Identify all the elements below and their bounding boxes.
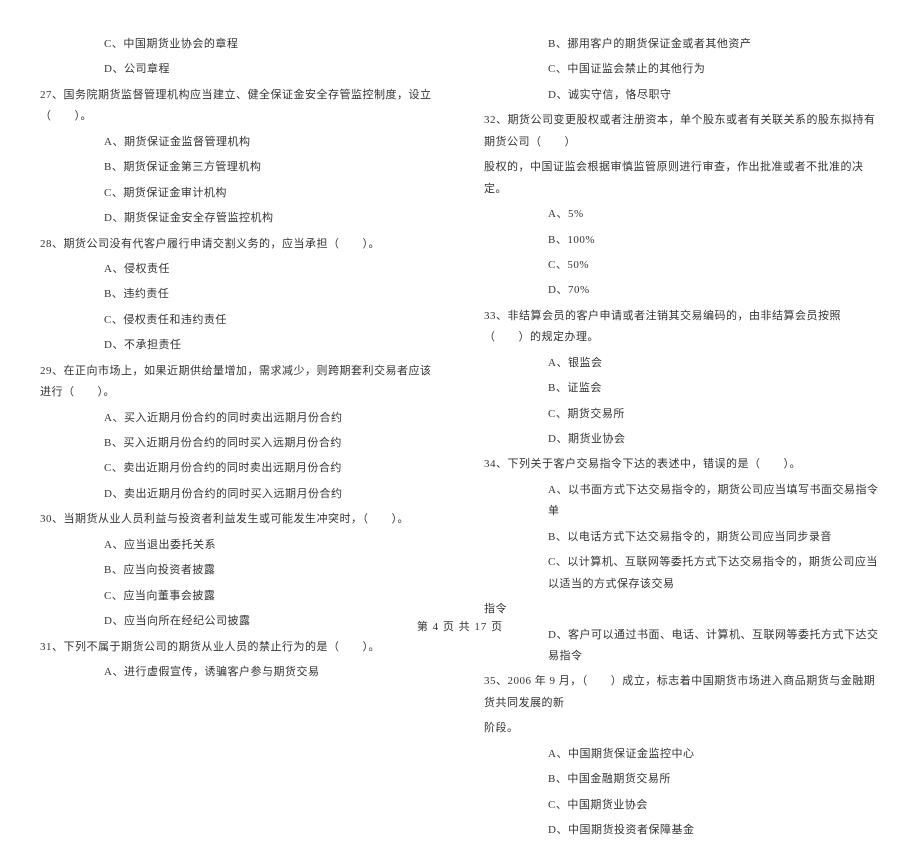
q32-option-a: A、5% [484,202,880,227]
q30-stem: 30、当期货从业人员利益与投资者利益发生或可能发生冲突时，（ ）。 [40,507,436,532]
q34-option-b: B、以电话方式下达交易指令的，期货公司应当同步录音 [484,525,880,550]
q35-option-b: B、中国金融期货交易所 [484,767,880,792]
page-body: C、中国期货业协会的章程 D、公司章程 27、国务院期货监督管理机构应当建立、健… [40,32,880,612]
q32-option-b: B、100% [484,228,880,253]
q32-stem: 32、期货公司变更股权或者注册资本，单个股东或者有关联关系的股东拟持有期货公司（… [484,108,880,155]
q32-option-c: C、50% [484,253,880,278]
q27-option-d: D、期货保证金安全存管监控机构 [40,206,436,231]
q30-option-c: C、应当向董事会披露 [40,584,436,609]
q28-option-b: B、违约责任 [40,282,436,307]
q27-stem: 27、国务院期货监督管理机构应当建立、健全保证金安全存管监控制度，设立（ ）。 [40,83,436,130]
q30-option-b: B、应当向投资者披露 [40,558,436,583]
q33-option-c: C、期货交易所 [484,402,880,427]
q29-option-d: D、卖出近期月份合约的同时买入远期月份合约 [40,482,436,507]
q30-option-a: A、应当退出委托关系 [40,533,436,558]
right-column: B、挪用客户的期货保证金或者其他资产 C、中国证监会禁止的其他行为 D、诚实守信… [484,32,880,612]
q31-option-d: D、诚实守信，恪尽职守 [484,83,880,108]
q34-option-a: A、以书面方式下达交易指令的，期货公司应当填写书面交易指令单 [484,478,880,525]
q33-stem: 33、非结算会员的客户申请或者注销其交易编码的，由非结算会员按照（ ）的规定办理… [484,304,880,351]
q34-stem: 34、下列关于客户交易指令下达的表述中，错误的是（ ）。 [484,452,880,477]
q27-option-b: B、期货保证金第三方管理机构 [40,155,436,180]
q28-option-c: C、侵权责任和违约责任 [40,308,436,333]
q29-option-c: C、卖出近期月份合约的同时卖出远期月份合约 [40,456,436,481]
q31-option-b: B、挪用客户的期货保证金或者其他资产 [484,32,880,57]
q35-option-a: A、中国期货保证金监控中心 [484,742,880,767]
q33-option-d: D、期货业协会 [484,427,880,452]
q31-option-a: A、进行虚假宣传，诱骗客户参与期货交易 [40,660,436,685]
q28-option-d: D、不承担责任 [40,333,436,358]
q29-option-b: B、买入近期月份合约的同时买入远期月份合约 [40,431,436,456]
q27-option-c: C、期货保证金审计机构 [40,181,436,206]
page-footer: 第 4 页 共 17 页 [0,618,920,634]
q26-option-c: C、中国期货业协会的章程 [40,32,436,57]
q31-option-c: C、中国证监会禁止的其他行为 [484,57,880,82]
left-column: C、中国期货业协会的章程 D、公司章程 27、国务院期货监督管理机构应当建立、健… [40,32,436,612]
q35-option-c: C、中国期货业协会 [484,793,880,818]
q32-option-d: D、70% [484,278,880,303]
q34-option-c: C、以计算机、互联网等委托方式下达交易指令的，期货公司应当以适当的方式保存该交易 [484,550,880,597]
q29-option-a: A、买入近期月份合约的同时卖出远期月份合约 [40,406,436,431]
q32-stem-cont: 股权的，中国证监会根据审慎监管原则进行审查，作出批准或者不批准的决定。 [484,155,880,202]
q27-option-a: A、期货保证金监督管理机构 [40,130,436,155]
q35-option-d: D、中国期货投资者保障基金 [484,818,880,843]
q35-stem: 35、2006 年 9 月，（ ）成立，标志着中国期货市场进入商品期货与金融期货… [484,669,880,716]
q35-stem-cont: 阶段。 [484,716,880,741]
q28-stem: 28、期货公司没有代客户履行申请交割义务的，应当承担（ ）。 [40,232,436,257]
q26-option-d: D、公司章程 [40,57,436,82]
q31-stem: 31、下列不属于期货公司的期货从业人员的禁止行为的是（ ）。 [40,635,436,660]
q33-option-a: A、银监会 [484,351,880,376]
q33-option-b: B、证监会 [484,376,880,401]
q29-stem: 29、在正向市场上，如果近期供给量增加，需求减少，则跨期套利交易者应该进行（ ）… [40,359,436,406]
q28-option-a: A、侵权责任 [40,257,436,282]
